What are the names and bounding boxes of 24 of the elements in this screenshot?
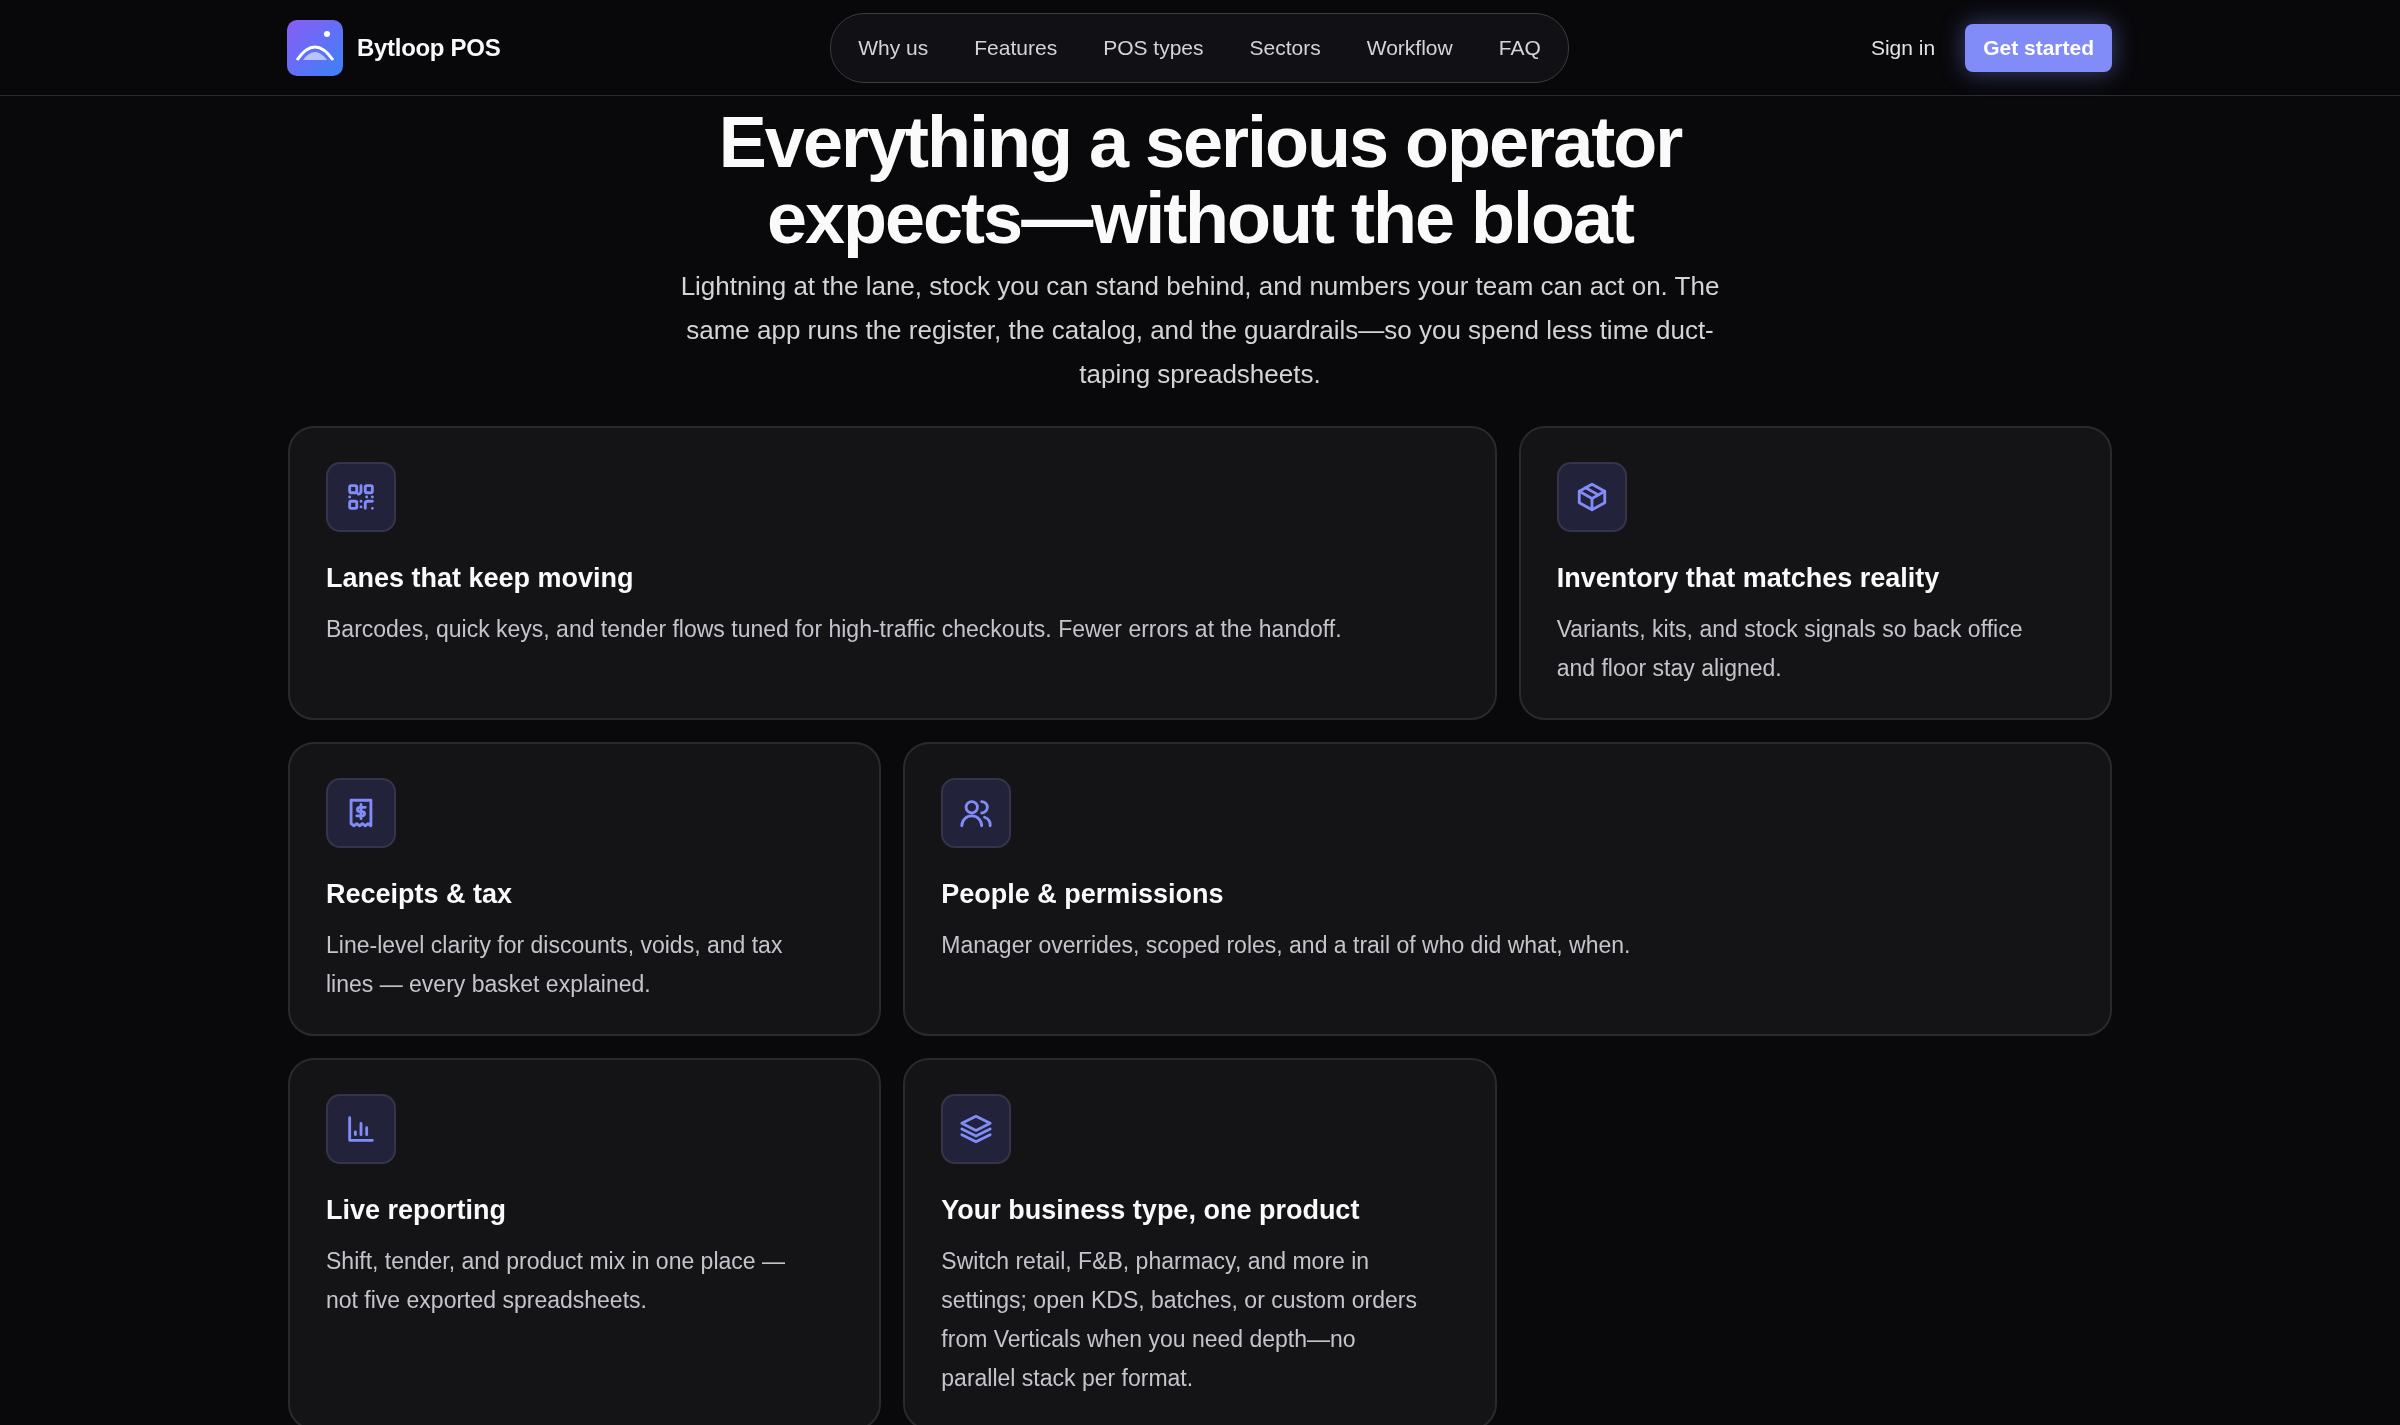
nav-link[interactable]: Workflow	[1366, 35, 1453, 60]
brand-name[interactable]: Bytloop POS	[357, 33, 501, 62]
nav-link[interactable]: Features	[974, 35, 1058, 60]
card-description: Line-level clarity for discounts, voids, and tax lines — every basket explained.	[326, 931, 784, 999]
card-description: Shift, tender, and product mix in one place — not five exported spreadsheets.	[326, 1247, 786, 1315]
nav-link[interactable]: Sectors	[1249, 35, 1321, 60]
card-title: Your business type, one product	[941, 1194, 1361, 1227]
card-description: Barcodes, quick keys, and tender flows tuned for high-traffic checkouts. Fewer errors at the handoff.	[326, 615, 1343, 644]
layers-icon	[959, 1112, 994, 1146]
nav-link[interactable]: FAQ	[1498, 35, 1541, 60]
hero-subtitle: Lightning at the lane, stock you can stand behind, and numbers your team can act on. The same app runs the register, the catalog, and the guardrails—so you spend less time duct-taping spreadsheets.	[679, 270, 1721, 391]
card-title: People & permissions	[941, 878, 1225, 911]
sign-in-link[interactable]: Sign in	[1870, 35, 1936, 60]
card-description: Manager overrides, scoped roles, and a trail of who did what, when.	[941, 931, 1632, 960]
card-title: Live reporting	[326, 1194, 508, 1227]
card-title: Inventory that matches reality	[1556, 562, 1941, 595]
card-description: Variants, kits, and stock signals so back office and floor stay aligned.	[1556, 615, 2024, 683]
card-title: Lanes that keep moving	[326, 562, 635, 595]
logo-icon[interactable]	[287, 19, 343, 76]
nav-link[interactable]: Why us	[858, 35, 929, 60]
card-description: Switch retail, F&B, pharmacy, and more in settings; open KDS, batches, or custom orders from Verticals when you need depth—no parallel stack per format.	[941, 1247, 1418, 1393]
card-title: Receipts & tax	[326, 878, 514, 911]
hero-title: Everything a serious operator expects—without the bloat	[717, 104, 1683, 256]
nav-link[interactable]: POS types	[1103, 35, 1204, 60]
